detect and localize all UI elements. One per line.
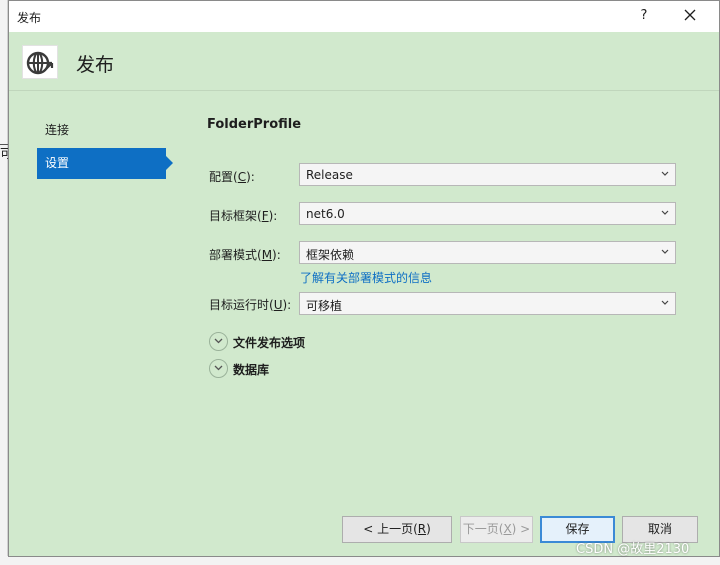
target-runtime-select[interactable]: 可移植 xyxy=(299,292,676,315)
title-bar[interactable]: 发布 ? xyxy=(9,1,719,32)
close-icon xyxy=(684,9,696,21)
background-bottom-strip xyxy=(0,556,720,565)
expand-chevron-icon xyxy=(209,332,228,351)
file-publish-options-label: 文件发布选项 xyxy=(233,336,306,350)
background-app-edge xyxy=(0,0,8,565)
deployment-mode-label: 部署模式(M): xyxy=(209,248,281,262)
database-label: 数据库 xyxy=(233,363,270,377)
target-framework-select[interactable]: net6.0 xyxy=(299,202,676,225)
target-runtime-value: 可移植 xyxy=(306,299,343,313)
previous-button[interactable]: < 上一页(R) xyxy=(342,516,452,543)
chevron-down-icon xyxy=(661,300,669,305)
active-nav-pointer xyxy=(166,156,173,170)
target-framework-value: net6.0 xyxy=(306,207,345,221)
deployment-mode-info-link[interactable]: 了解有关部署模式的信息 xyxy=(300,269,432,286)
close-button[interactable] xyxy=(677,5,703,27)
nav-item-connection[interactable]: 连接 xyxy=(37,115,166,146)
chevron-down-icon xyxy=(661,171,669,176)
publish-dialog: 发布 ? 发布 连接 设置 FolderProfile 配置(C): Relea… xyxy=(8,0,720,557)
nav-item-settings[interactable]: 设置 xyxy=(37,148,166,179)
header-divider xyxy=(9,90,719,91)
target-framework-label: 目标框架(F): xyxy=(209,209,278,223)
configuration-value: Release xyxy=(306,168,353,182)
profile-name: FolderProfile xyxy=(207,117,302,132)
target-runtime-label: 目标运行时(U): xyxy=(209,298,292,312)
configuration-label: 配置(C): xyxy=(209,170,255,184)
window-title: 发布 xyxy=(17,11,42,25)
deployment-mode-select[interactable]: 框架依赖 xyxy=(299,241,676,264)
background-partial-text: 可 xyxy=(0,147,8,162)
deployment-mode-value: 框架依赖 xyxy=(306,248,355,262)
help-button[interactable]: ? xyxy=(631,5,657,27)
configuration-select[interactable]: Release xyxy=(299,163,676,186)
next-button[interactable]: 下一页(X) > xyxy=(460,516,533,543)
watermark: CSDN @故里2130 xyxy=(576,542,690,557)
page-title: 发布 xyxy=(76,54,115,76)
expand-chevron-icon xyxy=(209,359,228,378)
chevron-down-icon xyxy=(661,210,669,215)
chevron-down-icon xyxy=(661,249,669,254)
globe-publish-icon xyxy=(22,45,58,79)
